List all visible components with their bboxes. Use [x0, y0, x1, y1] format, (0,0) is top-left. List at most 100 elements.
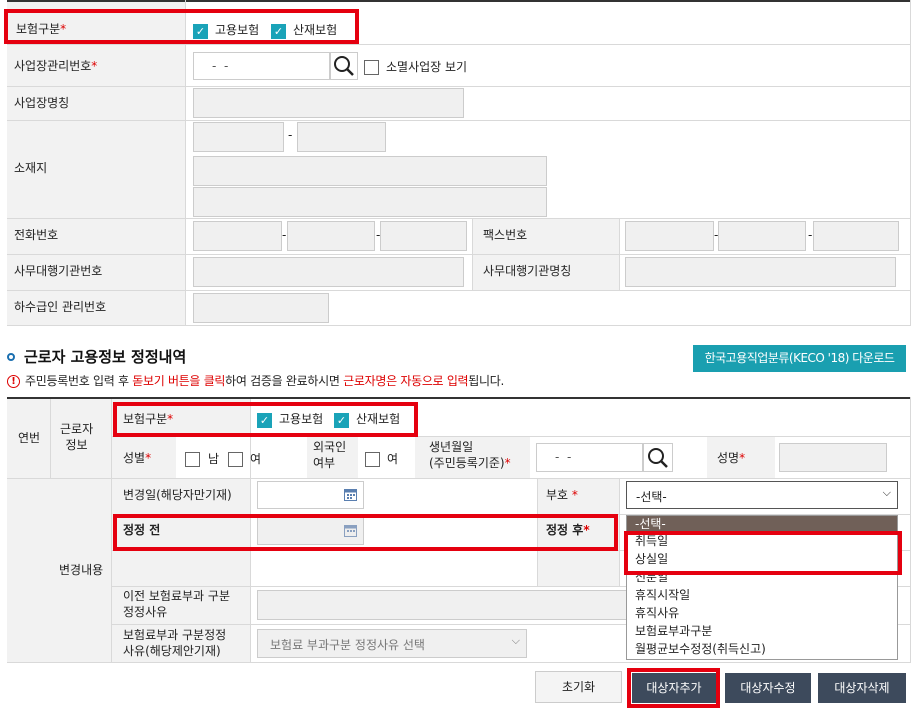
- industrial-insurance-checkbox[interactable]: ✓: [271, 24, 286, 39]
- reset-button[interactable]: 초기화: [535, 671, 622, 703]
- code-select[interactable]: -선택- ⌵: [626, 481, 898, 509]
- dropdown-option-loss-date[interactable]: 상실일: [627, 551, 897, 567]
- fax-dash-2: -: [808, 228, 813, 242]
- before-label: 정정 전: [123, 523, 161, 537]
- worker-industrial-checkbox[interactable]: ✓: [334, 413, 349, 428]
- reason-select[interactable]: 보험료 부과구분 정정사유 선택 ⌵: [257, 629, 527, 658]
- fax-label: 팩스번호: [483, 228, 528, 242]
- name-label: 성명*: [717, 451, 746, 465]
- agency-name-field: [625, 257, 896, 287]
- dropdown-option-leave-start[interactable]: 휴직시작일: [627, 587, 897, 603]
- notice-part-2: 돋보기 버튼을 클릭: [132, 374, 226, 388]
- add-target-button[interactable]: 대상자추가: [632, 673, 716, 703]
- chevron-down-icon: ⌵: [882, 486, 891, 499]
- workplace-no-label: 사업장관리번호*: [14, 59, 98, 73]
- insurance-type-label: 보험구분*: [16, 22, 67, 36]
- closed-workplace-label: 소멸사업장 보기: [386, 60, 468, 74]
- dropdown-option-acquire-date[interactable]: 취득일: [627, 533, 897, 549]
- fax-field-3: [813, 221, 899, 251]
- address-label: 소재지: [14, 161, 48, 175]
- dropdown-option-monthly-pay[interactable]: 월평균보수정정(취득신고): [627, 641, 897, 657]
- agency-no-field: [193, 257, 464, 287]
- birth-search-icon[interactable]: [643, 443, 673, 472]
- keco-download-button[interactable]: 한국고용직업분류(KECO '18) 다운로드: [693, 345, 906, 372]
- worker-employment-checkbox[interactable]: ✓: [257, 413, 272, 428]
- address-field-1: [193, 156, 547, 186]
- foreigner-yes-label: 여: [387, 452, 399, 466]
- notice-part-5: 됩니다.: [468, 374, 505, 388]
- reason-select-value: 보험료 부과구분 정정사유 선택: [270, 638, 425, 652]
- notice-text: 주민등록번호 입력 후 돋보기 버튼을 클릭하여 검증을 완료하시면 근로자명은…: [25, 374, 504, 390]
- dropdown-option-premium-type[interactable]: 보험료부과구분: [627, 623, 897, 639]
- zipcode-field-1: [193, 122, 284, 152]
- dropdown-option-select[interactable]: -선택-: [627, 516, 897, 532]
- code-label: 부호 *: [546, 488, 578, 502]
- birth-value: - -: [555, 450, 572, 464]
- after-label: 정정 후*: [546, 523, 590, 537]
- edit-target-label: 대상자수정: [740, 681, 796, 695]
- edit-target-button[interactable]: 대상자수정: [725, 673, 811, 703]
- closed-workplace-checkbox[interactable]: [364, 60, 379, 75]
- notice-part-3: 하여 검증을 완료하시면: [225, 374, 344, 388]
- phone-dash-1: -: [282, 228, 287, 242]
- worker-employment-label: 고용보험: [279, 412, 324, 426]
- phone-field-3: [380, 221, 467, 251]
- worker-info-label: 근로자 정보: [60, 422, 94, 452]
- industrial-insurance-label: 산재보험: [293, 23, 338, 37]
- delete-target-button[interactable]: 대상자삭제: [818, 673, 906, 703]
- birth-label: 생년월일 (주민등록기준)*: [429, 440, 511, 470]
- notice-part-1: 주민등록번호 입력 후: [25, 374, 133, 388]
- code-select-value: -선택-: [636, 490, 667, 504]
- phone-label: 전화번호: [14, 228, 59, 242]
- warning-icon: !: [7, 375, 20, 388]
- change-date-input[interactable]: [257, 481, 364, 509]
- male-checkbox[interactable]: [185, 452, 200, 467]
- agency-no-label: 사무대행기관번호: [14, 264, 103, 278]
- calendar-icon[interactable]: [344, 488, 357, 501]
- section-title: 근로자 고용정보 정정내역: [24, 348, 187, 366]
- fax-field-2: [718, 221, 806, 251]
- employment-insurance-checkbox[interactable]: ✓: [193, 24, 208, 39]
- prev-reason-label: 이전 보험료부과 구분 정정사유: [123, 589, 230, 619]
- add-target-label: 대상자추가: [646, 681, 702, 695]
- fax-field-1: [625, 221, 714, 251]
- gender-label: 성별*: [123, 451, 152, 465]
- change-content-label: 변경내용: [59, 563, 104, 577]
- reset-label: 초기화: [561, 680, 596, 694]
- search-icon[interactable]: [330, 52, 358, 80]
- zipcode-dash: -: [288, 128, 293, 142]
- worker-industrial-label: 산재보험: [356, 412, 401, 426]
- row-no-label: 연번: [18, 431, 41, 445]
- birth-input[interactable]: - -: [536, 443, 643, 472]
- workplace-no-input[interactable]: - -: [193, 52, 330, 80]
- subcontract-field: [193, 293, 329, 323]
- insurance-correction-form: 보험구분* ✓ 고용보험 ✓ 산재보험 사업장관리번호* - - 소멸사업장 보…: [0, 0, 911, 711]
- dropdown-option-leave-reason[interactable]: 휴직사유: [627, 605, 897, 621]
- agency-name-label: 사무대행기관명칭: [483, 264, 572, 278]
- workplace-name-label: 사업장명칭: [14, 96, 70, 110]
- workplace-name-field: [193, 88, 464, 118]
- change-date-label: 변경일(해당자만기재): [123, 488, 232, 502]
- keco-download-label: 한국고용직업분류(KECO '18) 다운로드: [704, 351, 895, 365]
- phone-field-2: [287, 221, 375, 251]
- subcontract-label: 하수급인 관리번호: [14, 300, 107, 314]
- dropdown-option-status-date[interactable]: 신분일: [627, 569, 897, 585]
- address-field-2: [193, 187, 547, 217]
- male-label: 남: [208, 452, 220, 466]
- phone-field-1: [193, 221, 282, 251]
- section-bullet-icon: [7, 353, 15, 361]
- zipcode-field-2: [297, 122, 386, 152]
- chevron-down-icon-2: ⌵: [511, 634, 520, 647]
- name-field: [779, 443, 887, 472]
- prev-reason-field: [257, 590, 627, 620]
- before-date-input: [257, 517, 364, 545]
- worker-insurance-label: 보험구분*: [123, 412, 174, 426]
- foreigner-label: 외국인 여부: [313, 440, 347, 470]
- reason-label: 보험료부과 구분정정 사유(해당제안기재): [123, 628, 227, 658]
- workplace-no-value: - -: [212, 59, 229, 73]
- delete-target-label: 대상자삭제: [834, 681, 890, 695]
- employment-insurance-label: 고용보험: [215, 23, 260, 37]
- female-checkbox[interactable]: [228, 452, 243, 467]
- notice-part-4: 근로자명은 자동으로 입력: [343, 374, 469, 388]
- foreigner-checkbox[interactable]: [365, 452, 380, 467]
